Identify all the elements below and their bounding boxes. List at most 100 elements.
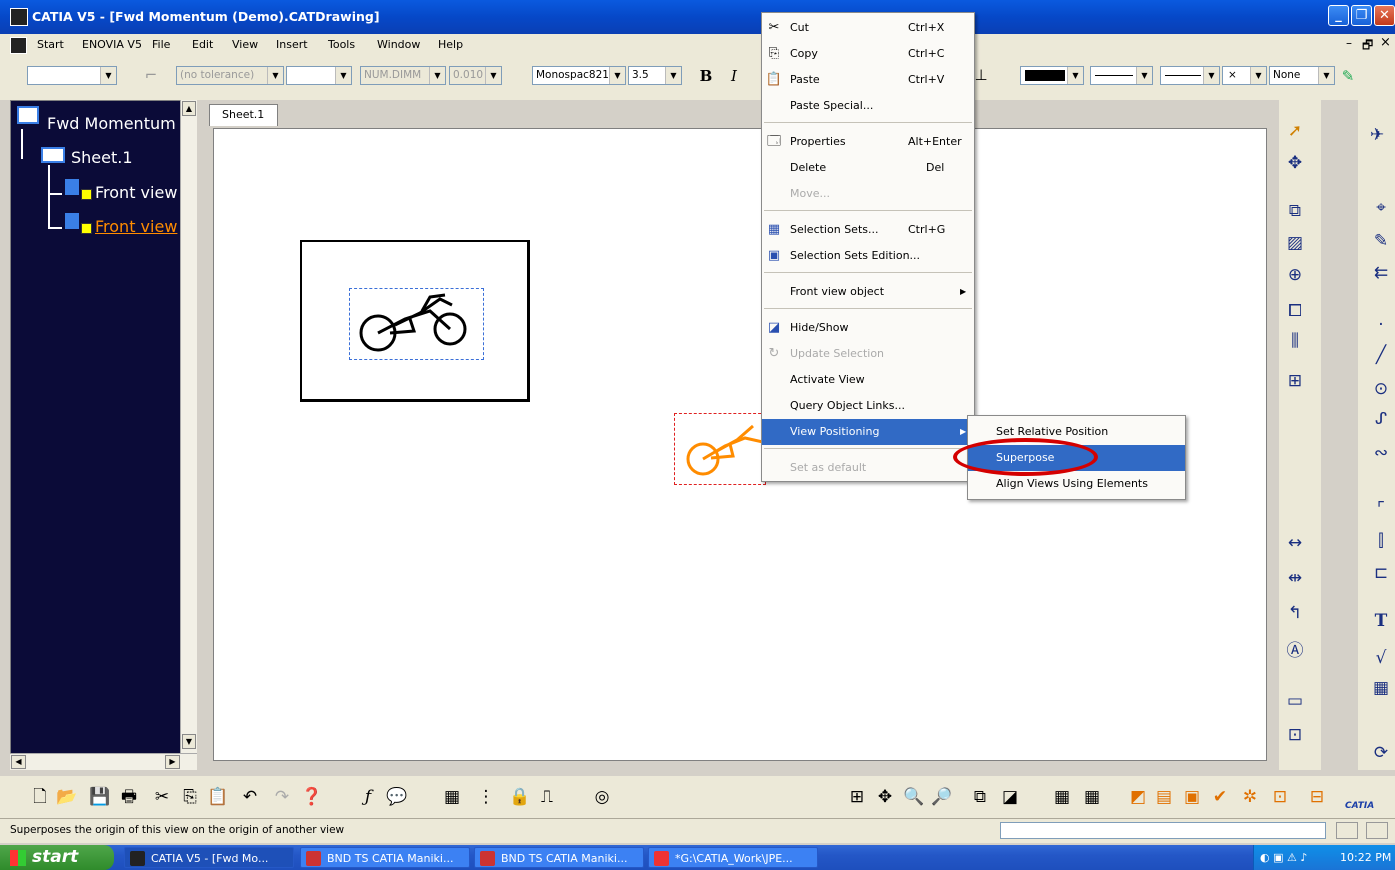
menu-item-cut[interactable]: ✂ Cut Ctrl+X: [762, 15, 974, 41]
close-button[interactable]: ✕: [1374, 5, 1395, 26]
hide-icon[interactable]: ◪: [998, 785, 1022, 809]
line-type-combo[interactable]: ▼: [1090, 66, 1153, 85]
save-icon[interactable]: 💾: [88, 785, 112, 809]
wizard-icon[interactable]: ⊞: [1282, 368, 1308, 394]
tree-sheet[interactable]: Sheet.1: [71, 148, 133, 167]
snap-grid-icon[interactable]: ▦: [1080, 785, 1104, 809]
tree-front-view-2-selected[interactable]: Front view: [95, 217, 177, 236]
italic-button[interactable]: I: [723, 65, 745, 87]
catia-app-icon[interactable]: [10, 8, 28, 26]
menu-view[interactable]: View: [232, 38, 258, 51]
filter-icon[interactable]: ▣: [1180, 785, 1204, 809]
font-name-combo[interactable]: Monospac821 ▼: [532, 66, 626, 85]
pattern-combo[interactable]: None ▼: [1269, 66, 1335, 85]
menu-item-hide-show[interactable]: ◪ Hide/Show: [762, 315, 974, 341]
tree-vertical-scrollbar[interactable]: ▲ ▼: [180, 100, 197, 754]
analysis-icon[interactable]: ✈: [1364, 122, 1390, 148]
tree-front-view-1[interactable]: Front view: [95, 183, 177, 202]
sketch-icon[interactable]: ✥: [1282, 150, 1308, 176]
tab-sheet-1[interactable]: Sheet.1: [209, 104, 278, 126]
style-combo[interactable]: ▼: [27, 66, 117, 85]
menu-start[interactable]: Start: [37, 38, 64, 51]
menu-edit[interactable]: Edit: [192, 38, 213, 51]
scroll-left-arrow[interactable]: ◀: [11, 755, 26, 769]
status-button-2[interactable]: [1366, 822, 1388, 839]
start-menu-icon[interactable]: [10, 37, 27, 54]
pan-icon[interactable]: ✥: [873, 785, 897, 809]
menu-insert[interactable]: Insert: [276, 38, 308, 51]
task-catia-work[interactable]: *G:\CATIA_Work\JPE...: [648, 847, 818, 868]
menu-tools[interactable]: Tools: [328, 38, 355, 51]
knowledge-icon[interactable]: 💬: [385, 785, 409, 809]
view-generation-icon[interactable]: ⊡: [1268, 785, 1292, 809]
front-view-icon[interactable]: ⧉: [1282, 198, 1308, 224]
clipping-view-icon[interactable]: ⧠: [1282, 298, 1308, 324]
line-thickness-combo[interactable]: ▼: [1160, 66, 1220, 85]
tolerance-combo[interactable]: (no tolerance) ▼: [176, 66, 284, 85]
new-icon[interactable]: 🗋: [28, 785, 52, 809]
menu-item-selection-sets[interactable]: ▦ Selection Sets... Ctrl+G: [762, 217, 974, 243]
scroll-down-arrow[interactable]: ▼: [182, 734, 196, 749]
text-frame-icon[interactable]: Ⓐ: [1282, 638, 1308, 664]
submenu-item-set-relative-position[interactable]: Set Relative Position: [968, 419, 1185, 445]
task-bnd-2[interactable]: BND TS CATIA Maniki...: [474, 847, 644, 868]
section-icon[interactable]: ⊟: [1305, 785, 1329, 809]
cosmetic-icon[interactable]: ✲: [1238, 785, 1262, 809]
color-combo[interactable]: ▼: [1020, 66, 1084, 85]
specification-tree[interactable]: Fwd Momentum Sheet.1 Front view Front vi…: [10, 100, 197, 770]
command-input[interactable]: [1000, 822, 1326, 839]
menu-item-activate-view[interactable]: Activate View: [762, 367, 974, 393]
menu-item-query-object-links[interactable]: Query Object Links...: [762, 393, 974, 419]
ruler-icon[interactable]: ✎: [1368, 228, 1394, 254]
inner-minimize-button[interactable]: –: [1346, 36, 1352, 50]
menu-item-front-view-object[interactable]: Front view object ▶: [762, 279, 974, 305]
precision-combo[interactable]: 0.010 ▼: [449, 66, 502, 85]
bold-button[interactable]: B: [695, 65, 717, 87]
dimension-edit-icon[interactable]: ⇹: [1282, 565, 1308, 591]
swirl-icon[interactable]: ◎: [590, 785, 614, 809]
start-button[interactable]: start: [0, 845, 114, 870]
menu-item-paste-special[interactable]: Paste Special...: [762, 93, 974, 119]
menu-enovia[interactable]: ENOVIA V5: [82, 38, 142, 51]
tree-icon[interactable]: ⋮: [474, 785, 498, 809]
submenu-item-align-views[interactable]: Align Views Using Elements: [968, 471, 1185, 497]
copy-icon[interactable]: ⎘: [178, 785, 202, 809]
lock-icon[interactable]: 🔒: [508, 785, 532, 809]
minimize-button[interactable]: _: [1328, 5, 1349, 26]
inner-close-button[interactable]: ×: [1380, 35, 1391, 50]
circle-icon[interactable]: ⊙: [1368, 376, 1394, 402]
tolerance-type-combo[interactable]: ▼: [286, 66, 352, 85]
rectangle-icon[interactable]: ▭: [1282, 688, 1308, 714]
line-icon[interactable]: ╱: [1368, 342, 1394, 368]
print-icon[interactable]: 🖶: [117, 785, 141, 809]
grid-icon[interactable]: ▦: [440, 785, 464, 809]
task-bnd-1[interactable]: BND TS CATIA Maniki...: [300, 847, 470, 868]
tray-icons[interactable]: ◐ ▣ ⚠ ♪: [1260, 845, 1307, 870]
mirror-icon[interactable]: ⫿: [1368, 528, 1394, 554]
table-icon[interactable]: ▦: [1368, 675, 1394, 701]
inner-restore-button[interactable]: 🗗: [1362, 36, 1373, 57]
submenu-item-superpose[interactable]: Superpose: [968, 445, 1185, 471]
section-view-icon[interactable]: ▨: [1282, 230, 1308, 256]
spline-icon[interactable]: ∾: [1368, 440, 1394, 466]
maximize-button[interactable]: ❐: [1351, 5, 1372, 26]
catalog-icon[interactable]: ⎍: [535, 785, 559, 809]
numerical-format-combo[interactable]: NUM.DIMM ▼: [360, 66, 446, 85]
detail-view-icon[interactable]: ⊕: [1282, 262, 1308, 288]
corner-icon[interactable]: ⌜: [1368, 496, 1394, 522]
scroll-up-arrow[interactable]: ▲: [182, 101, 196, 116]
formula-icon[interactable]: ƒ: [356, 785, 380, 809]
menu-item-properties[interactable]: 🗔 Properties Alt+Enter: [762, 129, 974, 155]
constraint-icon[interactable]: ✔: [1208, 785, 1232, 809]
tree-horizontal-scrollbar[interactable]: ◀ ▶: [10, 753, 197, 770]
menu-item-paste[interactable]: 📋 Paste Ctrl+V: [762, 67, 974, 93]
menu-help[interactable]: Help: [438, 38, 463, 51]
normal-view-icon[interactable]: ⧉: [968, 785, 992, 809]
status-button-1[interactable]: [1336, 822, 1358, 839]
offset-icon[interactable]: ⊏: [1368, 560, 1394, 586]
dimension-icon[interactable]: ↔: [1282, 530, 1308, 556]
menu-window[interactable]: Window: [377, 38, 420, 51]
menu-item-selection-sets-edition[interactable]: ▣ Selection Sets Edition...: [762, 243, 974, 269]
zoom-in-icon[interactable]: 🔍: [902, 785, 926, 809]
menu-file[interactable]: File: [152, 38, 170, 51]
